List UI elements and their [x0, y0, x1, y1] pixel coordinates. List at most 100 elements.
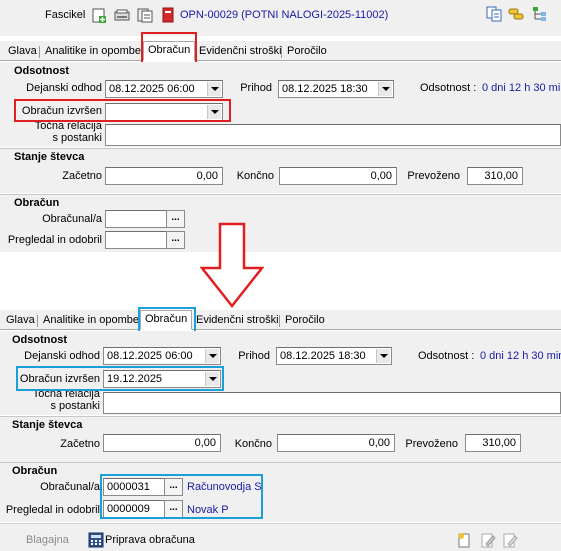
dejanski-odhod-combo[interactable]: 08.12.2025 06:00: [103, 347, 221, 365]
link-icon[interactable]: [508, 6, 524, 22]
copy-icon[interactable]: [486, 6, 502, 22]
koncno-value: 0,00: [368, 437, 390, 449]
blagajna-button[interactable]: Blagajna: [26, 534, 69, 546]
prihod-label: Prihod: [238, 350, 270, 362]
prevozeno-label: Prevoženo: [405, 438, 458, 450]
prihod-value: 08.12.2025 18:30: [280, 350, 366, 362]
zacetno-value: 0,00: [194, 437, 216, 449]
obracunal-lookup-button[interactable]: ...: [166, 210, 185, 228]
pdf-icon[interactable]: [160, 7, 176, 23]
tab-divider: [281, 46, 282, 58]
stanje-section-after: Stanje števca Začetno 0,00 Končno 0,00 P…: [0, 416, 561, 462]
highlight-tab-after: [138, 307, 196, 333]
chevron-down-icon[interactable]: [207, 82, 221, 96]
tab-analitike[interactable]: Analitike in opombe: [39, 312, 143, 329]
obracunal-label: Obračunal/a: [40, 481, 100, 493]
prevozeno-value: 310,00: [482, 437, 516, 449]
dejanski-odhod-combo[interactable]: 08.12.2025 06:00: [105, 80, 223, 98]
tab-glava[interactable]: Glava: [4, 43, 41, 60]
odsotnost-label: Odsotnost :: [420, 82, 477, 94]
tab-divider: [39, 46, 40, 58]
highlight-obracun-izvrsen-after: [16, 366, 224, 391]
prevozeno-value: 310,00: [484, 170, 518, 182]
odsotnost-value: 0 dni 12 h 30 min: [480, 350, 561, 362]
tab-porocilo[interactable]: Poročilo: [281, 312, 329, 329]
divider: [0, 462, 561, 463]
section-title: Obračun: [12, 465, 58, 477]
tab-divider: [37, 315, 38, 327]
odsotnost-label: Odsotnost :: [418, 350, 475, 362]
zacetno-label: Začetno: [60, 438, 100, 450]
tocna-relacija-input[interactable]: [105, 124, 561, 146]
koncno-label: Končno: [236, 170, 274, 182]
fascikel-value[interactable]: OPN-00029 (POTNI NALOGI-2025-11002): [180, 9, 388, 21]
prihod-combo[interactable]: 08.12.2025 18:30: [276, 347, 392, 365]
dejanski-odhod-value: 08.12.2025 06:00: [107, 350, 193, 362]
highlight-obracun-izvrsen-before: [14, 99, 231, 122]
arrow-down-icon: [200, 222, 264, 308]
koncno-input[interactable]: 0,00: [277, 434, 395, 452]
section-title: Stanje števca: [12, 419, 83, 431]
s-postanki-label: s postanki: [52, 132, 102, 144]
tab-analitike[interactable]: Analitike in opombe: [41, 43, 145, 60]
divider: [0, 194, 561, 195]
highlight-obracun-after: [100, 474, 263, 519]
dejanski-odhod-label: Dejanski odhod: [26, 82, 102, 94]
tab-bar-after: Glava Analitike in opombe Obračun Eviden…: [0, 310, 561, 330]
priprava-obracuna-button[interactable]: Priprava obračuna: [105, 534, 195, 546]
obracunal-input[interactable]: [105, 210, 167, 228]
section-title: Obračun: [14, 197, 60, 209]
prevozeno-label: Prevoženo: [407, 170, 460, 182]
divider: [0, 148, 561, 149]
calculator-icon: [88, 532, 104, 548]
odsotnost-value: 0 dni 12 h 30 min: [482, 82, 561, 94]
chevron-down-icon[interactable]: [378, 82, 392, 96]
section-title: Odsotnost: [14, 65, 69, 77]
new-item-icon[interactable]: [456, 532, 472, 548]
tab-evidencni[interactable]: Evidenčni stroški: [192, 312, 283, 329]
new-document-icon[interactable]: [91, 7, 107, 23]
tab-glava[interactable]: Glava: [2, 312, 39, 329]
divider: [0, 416, 561, 417]
section-title: Stanje števca: [14, 151, 85, 163]
edit-icon[interactable]: [480, 532, 496, 548]
tab-divider: [279, 315, 280, 327]
section-title: Odsotnost: [12, 334, 67, 346]
koncno-label: Končno: [234, 438, 272, 450]
tocna-relacija-input[interactable]: [103, 392, 561, 414]
s-postanki-label: s postanki: [50, 400, 100, 412]
edit-disabled-icon[interactable]: [502, 532, 518, 548]
dejanski-odhod-label: Dejanski odhod: [24, 350, 100, 362]
footer-toolbar: Blagajna Priprava obračuna: [0, 523, 561, 551]
tab-porocilo[interactable]: Poročilo: [283, 43, 331, 60]
chevron-down-icon[interactable]: [205, 349, 219, 363]
fascikel-label: Fascikel: [45, 9, 86, 21]
prihod-label: Prihod: [240, 82, 272, 94]
tab-bar-before: Glava Analitike in opombe Obračun Eviden…: [0, 41, 561, 61]
pregledal-label: Pregledal in odobril: [5, 504, 100, 516]
chevron-down-icon[interactable]: [376, 349, 390, 363]
pregledal-input[interactable]: [105, 231, 167, 249]
zacetno-value: 0,00: [196, 170, 218, 182]
obracun-section-after: Obračun Obračunal/a 0000031 ... Računovo…: [0, 462, 561, 522]
zacetno-label: Začetno: [62, 170, 102, 182]
prihod-value: 08.12.2025 18:30: [282, 83, 368, 95]
obracunal-label: Obračunal/a: [42, 213, 102, 225]
prevozeno-input[interactable]: 310,00: [467, 167, 523, 185]
koncno-value: 0,00: [370, 170, 392, 182]
pregledal-lookup-button[interactable]: ...: [166, 231, 185, 249]
tab-evidencni[interactable]: Evidenčni stroški: [195, 43, 286, 60]
scanner-icon[interactable]: [114, 7, 130, 23]
prevozeno-input[interactable]: 310,00: [465, 434, 521, 452]
stanje-section-before: Stanje števca Začetno 0,00 Končno 0,00 P…: [0, 148, 561, 193]
header-bar: Fascikel OPN-00029 (POTNI NALOGI-2025-11…: [0, 0, 561, 36]
zacetno-input[interactable]: 0,00: [103, 434, 221, 452]
tree-icon[interactable]: [531, 6, 547, 22]
obracun-section-before: Obračun Obračunal/a ... Pregledal in odo…: [0, 194, 561, 252]
koncno-input[interactable]: 0,00: [279, 167, 397, 185]
zacetno-input[interactable]: 0,00: [105, 167, 223, 185]
dejanski-odhod-value: 08.12.2025 06:00: [109, 83, 195, 95]
pregledal-label: Pregledal in odobril: [7, 234, 102, 246]
documents-icon[interactable]: [137, 7, 153, 23]
prihod-combo[interactable]: 08.12.2025 18:30: [278, 80, 394, 98]
